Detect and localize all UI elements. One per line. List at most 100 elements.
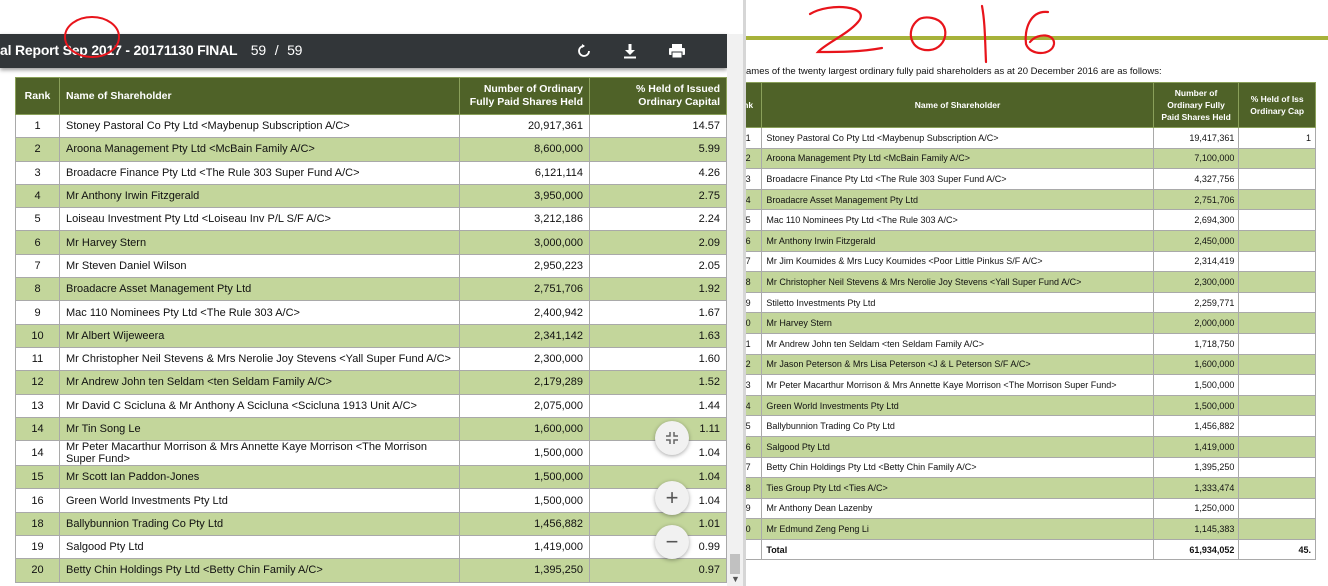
cell-percent: [1238, 291, 1316, 314]
cell-name: Mr Jim Koumides & Mrs Lucy Koumides <Poo…: [761, 250, 1154, 273]
cell-shares: 2,075,000: [459, 393, 590, 418]
cell-rank: 4: [746, 394, 763, 417]
cell-rank: 15: [15, 465, 60, 490]
cell-percent: [1238, 168, 1316, 190]
cell-shares: 3,000,000: [459, 230, 590, 255]
cell-percent: 1.52: [589, 370, 727, 395]
cell-rank: 9: [746, 291, 763, 314]
cell-shares: 1,456,882: [459, 511, 590, 537]
shareholders-table-2017: Rank Name of Shareholder Number of Ordin…: [15, 77, 727, 583]
cell-rank: 0: [746, 518, 763, 540]
cell-percent: [1238, 477, 1316, 499]
cell-name: Mr Anthony Irwin Fitzgerald: [761, 229, 1154, 252]
print-button[interactable]: [664, 38, 690, 64]
cell-shares: 2,300,000: [459, 346, 590, 372]
document-title: al Report Sep 2017 - 20171130 FINAL 59 /…: [0, 42, 302, 58]
cell-name: Mr Scott Ian Paddon-Jones: [59, 465, 460, 490]
cell-percent: [1238, 394, 1316, 417]
table-row: 14 Mr Tin Song Le 1,600,000 1.11: [15, 416, 727, 442]
scrollbar-thumb[interactable]: [730, 554, 740, 574]
table-row: 12 Mr Andrew John ten Seldam <ten Seldam …: [15, 370, 727, 395]
report-header-bar: [746, 36, 1328, 40]
cell-rank: 3: [746, 168, 763, 190]
cell-rank: 14: [15, 440, 60, 467]
cell-percent: 1: [1238, 127, 1316, 149]
zoom-in-button[interactable]: +: [655, 481, 689, 515]
header-percent: % Held of Issued Ordinary Capital: [589, 77, 727, 115]
cell-rank: 20: [15, 558, 60, 583]
cell-percent: 1.60: [589, 346, 727, 372]
rotate-button[interactable]: [571, 38, 597, 64]
total-label: Total: [761, 538, 1154, 561]
scroll-down-arrow-icon[interactable]: ▼: [731, 574, 740, 584]
cell-percent: 1.67: [589, 300, 727, 325]
cell-name: Salgood Pty Ltd: [761, 435, 1154, 458]
download-button[interactable]: [617, 38, 643, 64]
cell-name: Mr David C Scicluna & Mr Anthony A Scicl…: [59, 393, 460, 418]
table-row: 2 Aroona Management Pty Ltd <McBain Famil…: [746, 147, 1316, 170]
cell-rank: 1: [15, 113, 60, 139]
table-row: 7 Mr Steven Daniel Wilson 2,950,223 2.05: [15, 253, 727, 279]
table-row: 7 Mr Jim Koumides & Mrs Lucy Koumides <Po…: [746, 250, 1316, 273]
pdf-viewer-pane: al Report Sep 2017 - 20171130 FINAL 59 /…: [0, 0, 743, 586]
cell-shares: 1,333,474: [1152, 477, 1240, 499]
page-indicator: 59 / 59: [251, 42, 303, 58]
zoom-out-button[interactable]: −: [655, 525, 689, 559]
table-row: 2 Mr Jason Peterson & Mrs Lisa Peterson <…: [746, 353, 1316, 376]
cell-percent: [1238, 435, 1316, 458]
cell-percent: [1238, 312, 1316, 334]
cell-shares: 2,314,419: [1152, 250, 1240, 273]
pdf-scrollbar[interactable]: ▼: [727, 34, 743, 586]
cell-rank: 2: [746, 353, 763, 376]
cell-shares: 19,417,361: [1152, 127, 1240, 149]
cell-shares: 2,259,771: [1152, 291, 1240, 314]
cell-shares: 2,300,000: [1152, 271, 1240, 293]
cell-percent: [1238, 456, 1316, 479]
cell-rank: 4: [15, 183, 60, 209]
total-percent: 45.: [1238, 538, 1316, 561]
cell-shares: 2,751,706: [459, 277, 590, 302]
cell-percent: [1238, 188, 1316, 211]
cell-name: Stoney Pastoral Co Pty Ltd <Maybenup Sub…: [761, 127, 1154, 149]
cell-shares: 1,500,000: [459, 488, 590, 513]
cell-rank: 5: [746, 209, 763, 231]
fit-page-button[interactable]: [655, 421, 689, 455]
cell-shares: 1,250,000: [1152, 497, 1240, 520]
cell-shares: 1,145,383: [1152, 518, 1240, 540]
cell-name: Stiletto Investments Pty Ltd: [761, 291, 1154, 314]
cell-rank: 8: [15, 277, 60, 302]
table-row: 6 Salgood Pty Ltd 1,419,000: [746, 435, 1316, 458]
cell-rank: 9: [15, 300, 60, 325]
table-row: 10 Mr Albert Wijeweera 2,341,142 1.63: [15, 323, 727, 348]
header-rank: Rank: [15, 77, 60, 115]
print-icon: [669, 44, 685, 59]
cell-percent: [1238, 250, 1316, 273]
cell-shares: 2,950,223: [459, 253, 590, 279]
page-separator: /: [274, 42, 279, 58]
cell-rank: 9: [746, 497, 763, 520]
table-row: 3 Broadacre Finance Pty Ltd <The Rule 303…: [15, 160, 727, 185]
cell-rank: 7: [746, 456, 763, 479]
total-rank: [746, 538, 763, 561]
cell-shares: 1,600,000: [1152, 353, 1240, 376]
page-current[interactable]: 59: [251, 42, 266, 58]
header-rank: nk: [746, 82, 763, 128]
cell-name: Broadacre Finance Pty Ltd <The Rule 303 …: [761, 168, 1154, 190]
table-row: 19 Salgood Pty Ltd 1,419,000 0.99: [15, 535, 727, 560]
cell-name: Mr Harvey Stern: [59, 230, 460, 255]
cell-rank: 16: [15, 488, 60, 513]
cell-percent: 1.44: [589, 393, 727, 418]
cell-name: Green World Investments Pty Ltd: [59, 488, 460, 513]
cell-name: Mr Albert Wijeweera: [59, 323, 460, 348]
cell-name: Mr Andrew John ten Seldam <ten Seldam Fa…: [59, 370, 460, 395]
cell-rank: 5: [746, 415, 763, 437]
cell-rank: 6: [746, 229, 763, 252]
table-header-row: Rank Name of Shareholder Number of Ordin…: [15, 77, 727, 115]
cell-rank: 10: [15, 323, 60, 348]
table-row: 3 Mr Peter Macarthur Morrison & Mrs Annet…: [746, 374, 1316, 396]
cell-name: Ballybunnion Trading Co Pty Ltd: [761, 415, 1154, 437]
table-row: 1 Mr Andrew John ten Seldam <ten Seldam F…: [746, 332, 1316, 355]
cell-shares: 7,100,000: [1152, 147, 1240, 170]
cell-percent: 2.24: [589, 207, 727, 232]
table-row: 9 Stiletto Investments Pty Ltd 2,259,771: [746, 291, 1316, 314]
